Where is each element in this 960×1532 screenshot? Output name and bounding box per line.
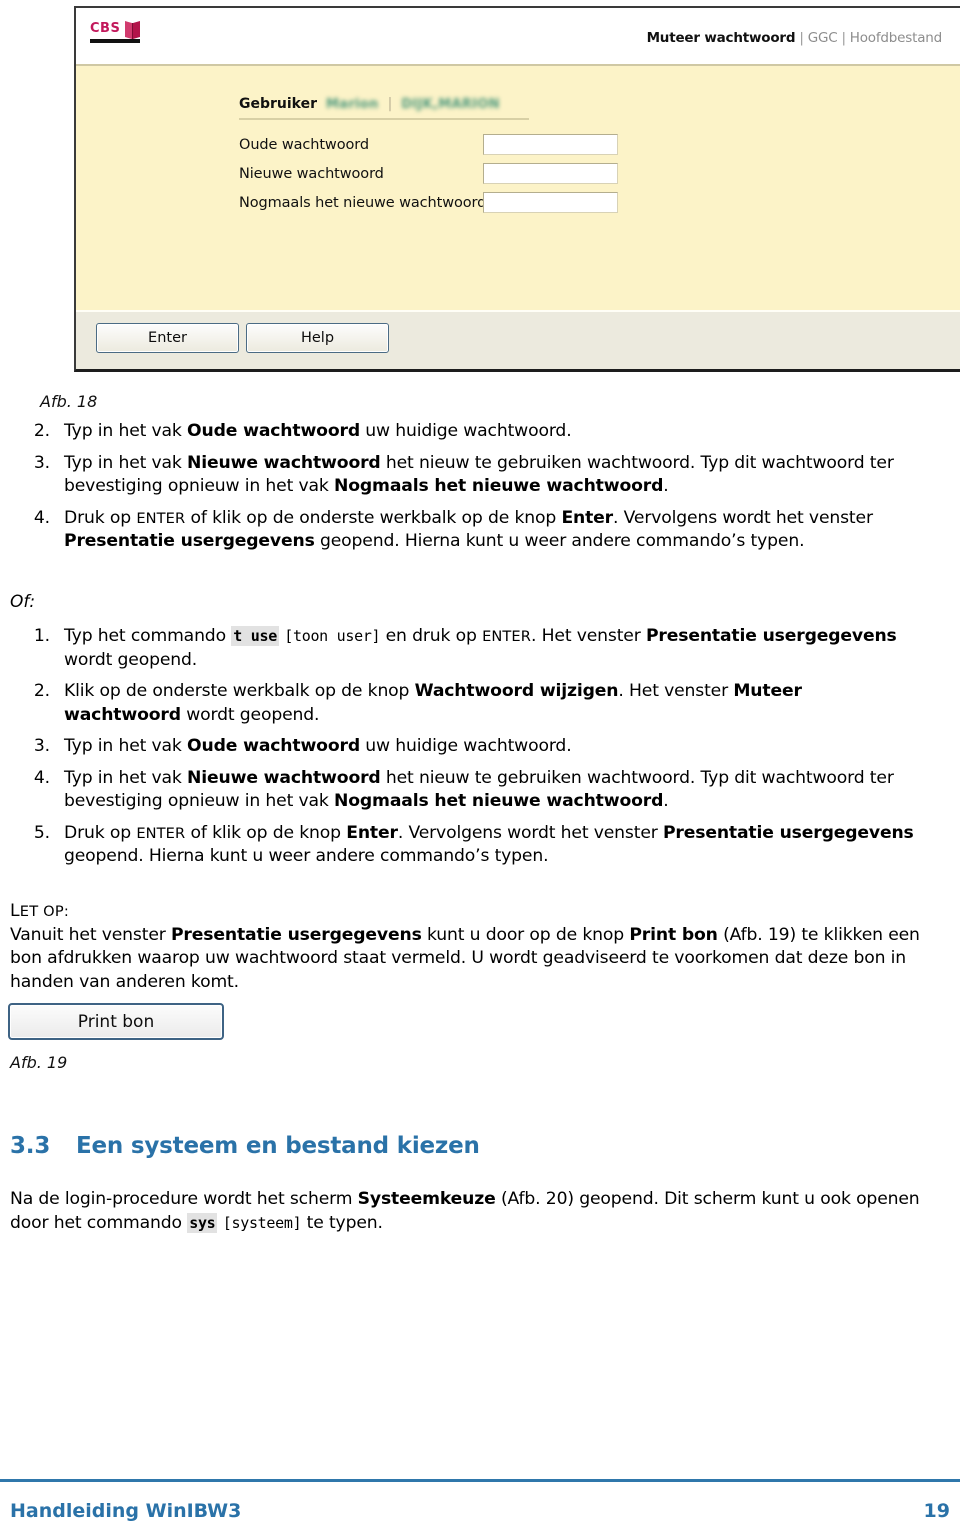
list-item-text: Klik op de onderste werkbalk op de knop … xyxy=(64,681,802,725)
gebruiker-name-redacted: Marion xyxy=(326,97,379,112)
label-nieuwe-wachtwoord: Nieuwe wachtwoord xyxy=(239,165,384,182)
list-item-number: 2. xyxy=(33,421,50,441)
note-heading: LET OP: xyxy=(10,901,69,921)
enter-button[interactable]: Enter xyxy=(96,323,239,353)
list-item: 4. Druk op ENTER of klik op de onderste … xyxy=(20,507,920,554)
bottom-toolbar: Enter Help xyxy=(76,310,960,369)
list-item-text: Typ in het vak Oude wachtwoord uw huidig… xyxy=(64,736,572,756)
list-item-text: Typ in het vak Oude wachtwoord uw huidig… xyxy=(64,421,572,441)
nav-separator-2: | xyxy=(841,30,846,46)
section-title: Een systeem en bestand kiezen xyxy=(76,1133,480,1159)
caption-afb-18: Afb. 18 xyxy=(40,392,98,411)
footer-divider xyxy=(0,1479,960,1482)
note-body: Vanuit het venster Presentatie usergegev… xyxy=(10,924,920,992)
app-header: CBS Muteer wachtwoord | GGC | Hoofdbestand xyxy=(76,8,960,64)
steps-list-primary: 2. Typ in het vak Oude wachtwoord uw hui… xyxy=(20,420,920,562)
label-nogmaals-het-nieuwe-wachtwoord: Nogmaals het nieuwe wachtwoord xyxy=(239,194,487,211)
gebruiker-row: Gebruiker Marion | DIJK,MARION xyxy=(239,96,529,120)
list-item: 4. Typ in het vak Nieuwe wachtwoord het … xyxy=(20,767,920,814)
cbs-logo-text: CBS xyxy=(90,21,121,36)
list-item-number: 1. xyxy=(33,626,50,646)
list-item: 2. Typ in het vak Oude wachtwoord uw hui… xyxy=(20,420,920,444)
nav-link-hoofdbestand[interactable]: Hoofdbestand xyxy=(850,30,942,46)
of-label: Of: xyxy=(10,592,36,612)
label-oude-wachtwoord: Oude wachtwoord xyxy=(239,136,369,153)
muteer-wachtwoord-panel: Gebruiker Marion | DIJK,MARION Oude wach… xyxy=(76,64,960,312)
section-number: 3.3 xyxy=(10,1133,51,1159)
help-button[interactable]: Help xyxy=(246,323,389,353)
figure-muteer-wachtwoord-screenshot: CBS Muteer wachtwoord | GGC | Hoofdbestand G… xyxy=(74,6,960,372)
gebruiker-label: Gebruiker xyxy=(239,96,318,112)
input-nogmaals-het-nieuwe-wachtwoord[interactable] xyxy=(483,192,618,213)
input-nieuwe-wachtwoord[interactable] xyxy=(483,163,618,184)
list-item-text: Druk op ENTER of klik op de onderste wer… xyxy=(64,507,873,552)
input-oude-wachtwoord[interactable] xyxy=(483,134,618,155)
section-heading-3-3: 3.3 Een systeem en bestand kiezen xyxy=(10,1133,930,1159)
list-item-number: 4. xyxy=(33,507,50,528)
section-body-3-3: Na de login-procedure wordt het scherm S… xyxy=(10,1189,920,1233)
list-item-text: Druk op ENTER of klik op de knop Enter. … xyxy=(64,822,914,867)
open-book-icon xyxy=(125,21,140,39)
list-item: 3. Typ in het vak Oude wachtwoord uw hui… xyxy=(20,735,920,759)
nav-link-ggc[interactable]: GGC xyxy=(808,30,838,46)
list-item: 1. Typ het commando t use [toon user] en… xyxy=(20,625,920,672)
caption-afb-19: Afb. 19 xyxy=(10,1053,68,1072)
list-item: 2. Klik op de onderste werkbalk op de kn… xyxy=(20,680,920,727)
footer-title: Handleiding WinIBW3 xyxy=(10,1500,242,1522)
gebruiker-divider: | xyxy=(387,96,393,112)
list-item-number: 3. xyxy=(33,736,50,756)
app-nav: Muteer wachtwoord | GGC | Hoofdbestand xyxy=(646,30,943,46)
list-item-number: 3. xyxy=(33,452,50,473)
list-item-number: 5. xyxy=(33,822,50,843)
list-item-number: 2. xyxy=(33,681,50,701)
list-item-number: 4. xyxy=(33,767,50,788)
list-item: 5. Druk op ENTER of klik op de knop Ente… xyxy=(20,822,920,869)
nav-separator-1: | xyxy=(799,30,804,46)
list-item: 3. Typ in het vak Nieuwe wachtwoord het … xyxy=(20,452,920,499)
gebruiker-fullname-redacted: DIJK,MARION xyxy=(401,97,500,112)
list-item-text: Typ in het vak Nieuwe wachtwoord het nie… xyxy=(64,452,894,497)
footer-page-number: 19 xyxy=(923,1500,950,1522)
note-let-op: LET OP: Vanuit het venster Presentatie u… xyxy=(10,900,930,994)
field-row-nieuwe-wachtwoord: Nieuwe wachtwoord xyxy=(239,163,618,184)
steps-list-alternative: 1. Typ het commando t use [toon user] en… xyxy=(20,625,920,877)
list-item-text: Typ het commando t use [toon user] en dr… xyxy=(64,626,897,670)
page-footer: Handleiding WinIBW3 19 xyxy=(10,1500,950,1522)
list-item-text: Typ in het vak Nieuwe wachtwoord het nie… xyxy=(64,767,894,812)
field-row-oude-wachtwoord: Oude wachtwoord xyxy=(239,134,618,155)
cbs-logo: CBS xyxy=(90,20,150,54)
cbs-logo-bar xyxy=(90,39,140,43)
nav-current-muteer-wachtwoord: Muteer wachtwoord xyxy=(646,30,796,46)
field-row-nogmaals-nieuwe-wachtwoord: Nogmaals het nieuwe wachtwoord xyxy=(239,192,618,213)
print-bon-button[interactable]: Print bon xyxy=(8,1003,224,1040)
